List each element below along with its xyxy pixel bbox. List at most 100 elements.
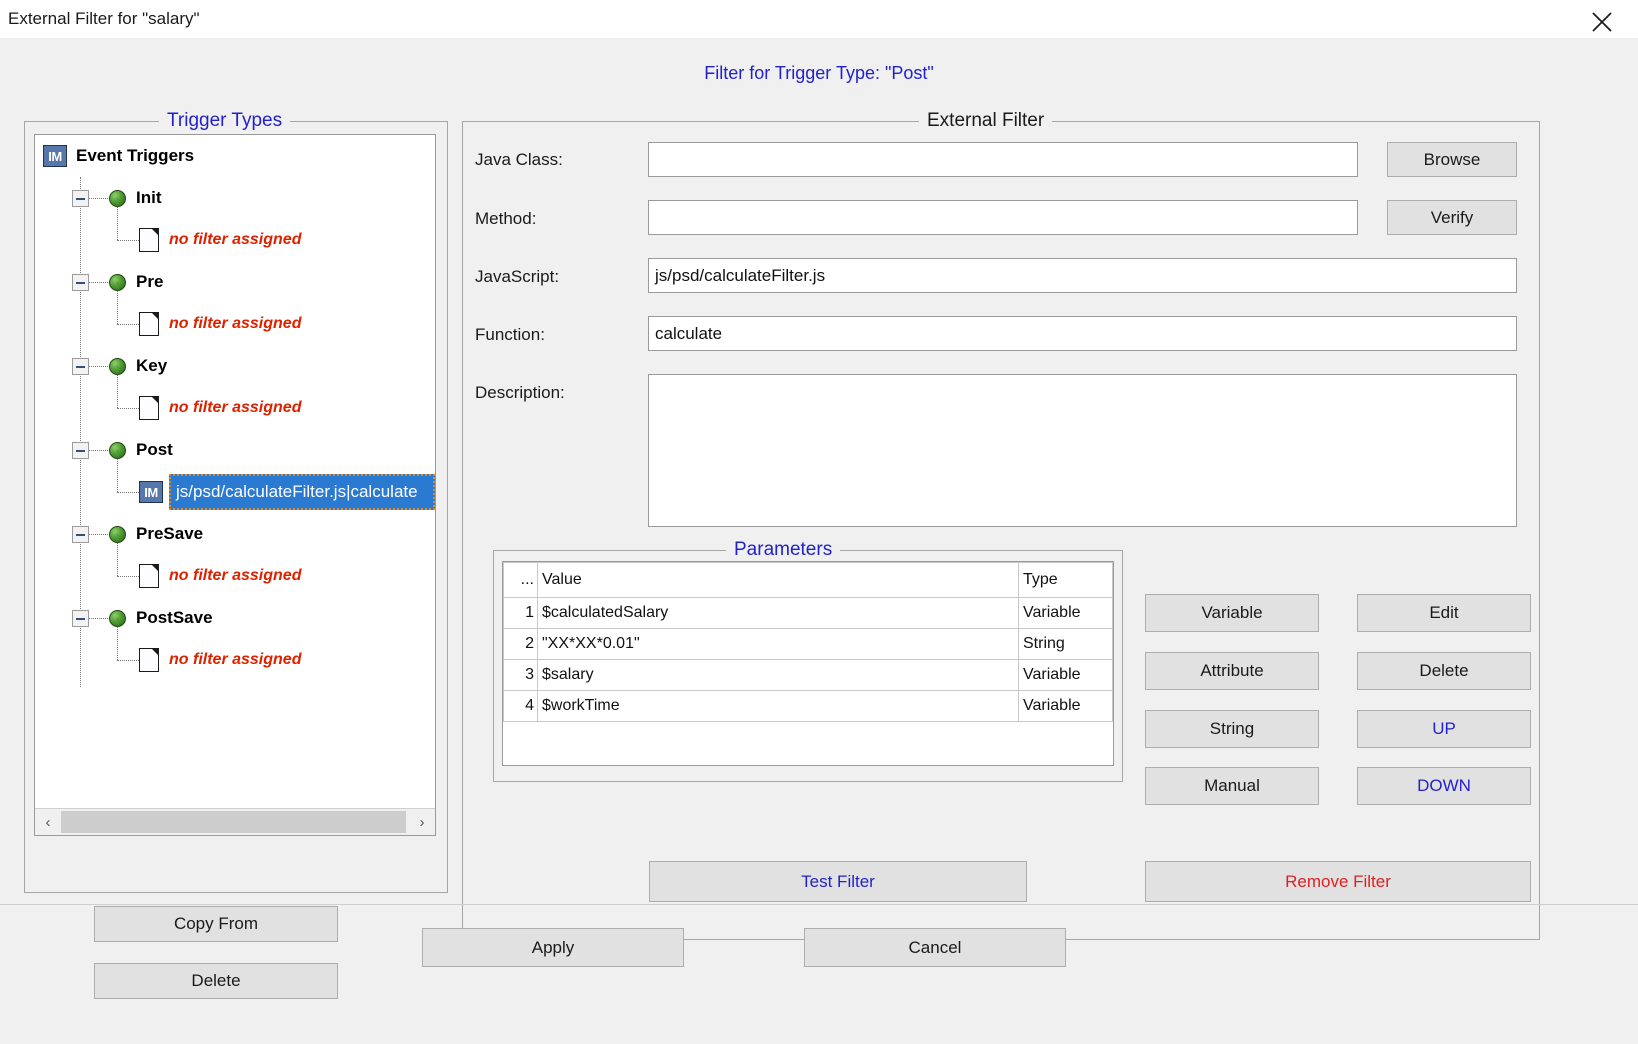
trigger-tree-content: IM Event Triggers Init no filter assigne… bbox=[35, 135, 435, 807]
tree-node-label: PreSave bbox=[136, 524, 204, 543]
empty-cell bbox=[537, 721, 1019, 765]
row-value[interactable]: "XX*XX*0.01" bbox=[537, 628, 1019, 660]
delete-param-button[interactable]: Delete bbox=[1357, 652, 1531, 690]
column-header-type[interactable]: Type bbox=[1018, 562, 1113, 598]
tree-node-pre-child[interactable]: no filter assigned bbox=[35, 303, 435, 345]
tree-node-postsave-child[interactable]: no filter assigned bbox=[35, 639, 435, 681]
javascript-input[interactable]: js/psd/calculateFilter.js bbox=[648, 258, 1517, 293]
string-button[interactable]: String bbox=[1145, 710, 1319, 748]
im-badge-icon: IM bbox=[43, 145, 67, 167]
tree-selected-item[interactable]: js/psd/calculateFilter.js|calculate bbox=[169, 474, 435, 510]
external-filter-panel: External Filter Java Class: Browse Metho… bbox=[462, 110, 1540, 940]
remove-filter-button[interactable]: Remove Filter bbox=[1145, 861, 1531, 902]
tree-node-label: no filter assigned bbox=[169, 231, 302, 248]
move-down-button[interactable]: DOWN bbox=[1357, 767, 1531, 805]
document-icon bbox=[139, 396, 159, 420]
empty-cell bbox=[1018, 721, 1113, 765]
tree-node-init-child[interactable]: no filter assigned bbox=[35, 219, 435, 261]
tree-node-label: Event Triggers bbox=[76, 146, 195, 165]
tree-connector bbox=[89, 366, 108, 367]
row-index: 1 bbox=[503, 597, 538, 629]
description-label: Description: bbox=[475, 383, 565, 402]
scrollbar-track[interactable] bbox=[61, 809, 409, 835]
column-header-value[interactable]: Value bbox=[537, 562, 1019, 598]
tree-node-label: no filter assigned bbox=[169, 315, 302, 332]
function-label: Function: bbox=[475, 325, 545, 344]
row-value[interactable]: $calculatedSalary bbox=[537, 597, 1019, 629]
row-value[interactable]: $workTime bbox=[537, 690, 1019, 722]
tree-node-postsave[interactable]: PostSave bbox=[35, 597, 435, 639]
attribute-button[interactable]: Attribute bbox=[1145, 652, 1319, 690]
row-type[interactable]: Variable bbox=[1018, 659, 1113, 691]
parameters-title: Parameters bbox=[726, 539, 841, 561]
row-index: 2 bbox=[503, 628, 538, 660]
table-row[interactable]: 4 $workTime Variable bbox=[503, 690, 1113, 722]
tree-node-label: PostSave bbox=[136, 608, 213, 627]
table-empty-area[interactable] bbox=[503, 721, 1113, 765]
manual-button[interactable]: Manual bbox=[1145, 767, 1319, 805]
tree-node-post[interactable]: Post bbox=[35, 429, 435, 471]
row-value[interactable]: $salary bbox=[537, 659, 1019, 691]
row-type[interactable]: Variable bbox=[1018, 597, 1113, 629]
tree-node-key[interactable]: Key bbox=[35, 345, 435, 387]
row-type[interactable]: Variable bbox=[1018, 690, 1113, 722]
table-row[interactable]: 1 $calculatedSalary Variable bbox=[503, 597, 1113, 629]
variable-button[interactable]: Variable bbox=[1145, 594, 1319, 632]
tree-node-root[interactable]: IM Event Triggers bbox=[35, 135, 435, 177]
method-input[interactable] bbox=[648, 200, 1358, 235]
description-textarea[interactable] bbox=[648, 374, 1517, 527]
tree-node-presave[interactable]: PreSave bbox=[35, 513, 435, 555]
edit-button[interactable]: Edit bbox=[1357, 594, 1531, 632]
expander-pre-icon[interactable] bbox=[72, 273, 89, 291]
tree-node-label: js/psd/calculateFilter.js|calculate bbox=[176, 482, 418, 501]
expander-key-icon[interactable] bbox=[72, 357, 89, 375]
row-index: 4 bbox=[503, 690, 538, 722]
trigger-tree[interactable]: IM Event Triggers Init no filter assigne… bbox=[34, 134, 436, 836]
trigger-types-panel: Trigger Types IM Event Triggers Init no … bbox=[24, 110, 448, 893]
dialog-body: Filter for Trigger Type: "Post" Trigger … bbox=[0, 38, 1638, 1044]
tree-horizontal-scrollbar[interactable]: ‹ › bbox=[35, 808, 435, 835]
expander-post-icon[interactable] bbox=[72, 441, 89, 459]
window-title: External Filter for "salary" bbox=[8, 9, 200, 28]
document-icon bbox=[139, 312, 159, 336]
scroll-right-arrow-icon[interactable]: › bbox=[409, 809, 435, 835]
browse-button[interactable]: Browse bbox=[1387, 142, 1517, 177]
tree-node-init[interactable]: Init bbox=[35, 177, 435, 219]
empty-cell bbox=[503, 721, 538, 765]
row-index: 3 bbox=[503, 659, 538, 691]
test-filter-button[interactable]: Test Filter bbox=[649, 861, 1027, 902]
tree-connector bbox=[89, 450, 108, 451]
row-type[interactable]: String bbox=[1018, 628, 1113, 660]
expander-presave-icon[interactable] bbox=[72, 525, 89, 543]
window-title-bar: External Filter for "salary" bbox=[0, 0, 1638, 39]
table-row[interactable]: 2 "XX*XX*0.01" String bbox=[503, 628, 1113, 660]
tree-node-label: Key bbox=[136, 356, 168, 375]
tree-node-presave-child[interactable]: no filter assigned bbox=[35, 555, 435, 597]
tree-node-post-child[interactable]: IM js/psd/calculateFilter.js|calculate bbox=[35, 471, 435, 513]
page-title: Filter for Trigger Type: "Post" bbox=[704, 63, 934, 83]
column-header-index[interactable]: ... bbox=[503, 562, 538, 598]
tree-node-key-child[interactable]: no filter assigned bbox=[35, 387, 435, 429]
tree-connector bbox=[89, 198, 108, 199]
parameters-panel: Parameters ... Value Type 1 $calculatedS… bbox=[493, 539, 1123, 782]
expander-postsave-icon[interactable] bbox=[72, 609, 89, 627]
parameters-table[interactable]: ... Value Type 1 $calculatedSalary Varia… bbox=[502, 561, 1114, 766]
expander-init-icon[interactable] bbox=[72, 189, 89, 207]
table-row[interactable]: 3 $salary Variable bbox=[503, 659, 1113, 691]
tree-node-label: Pre bbox=[136, 272, 164, 291]
scrollbar-thumb[interactable] bbox=[61, 811, 406, 833]
document-icon bbox=[139, 228, 159, 252]
cancel-button[interactable]: Cancel bbox=[804, 928, 1066, 967]
verify-button[interactable]: Verify bbox=[1387, 200, 1517, 235]
java-class-input[interactable] bbox=[648, 142, 1358, 177]
apply-button[interactable]: Apply bbox=[422, 928, 684, 967]
scroll-left-arrow-icon[interactable]: ‹ bbox=[35, 809, 61, 835]
tree-node-label: no filter assigned bbox=[169, 567, 302, 584]
delete-trigger-button[interactable]: Delete bbox=[94, 963, 338, 999]
tree-connector bbox=[89, 282, 108, 283]
close-button[interactable] bbox=[1576, 0, 1628, 38]
copy-from-button[interactable]: Copy From bbox=[94, 906, 338, 942]
function-input[interactable]: calculate bbox=[648, 316, 1517, 351]
tree-node-pre[interactable]: Pre bbox=[35, 261, 435, 303]
move-up-button[interactable]: UP bbox=[1357, 710, 1531, 748]
